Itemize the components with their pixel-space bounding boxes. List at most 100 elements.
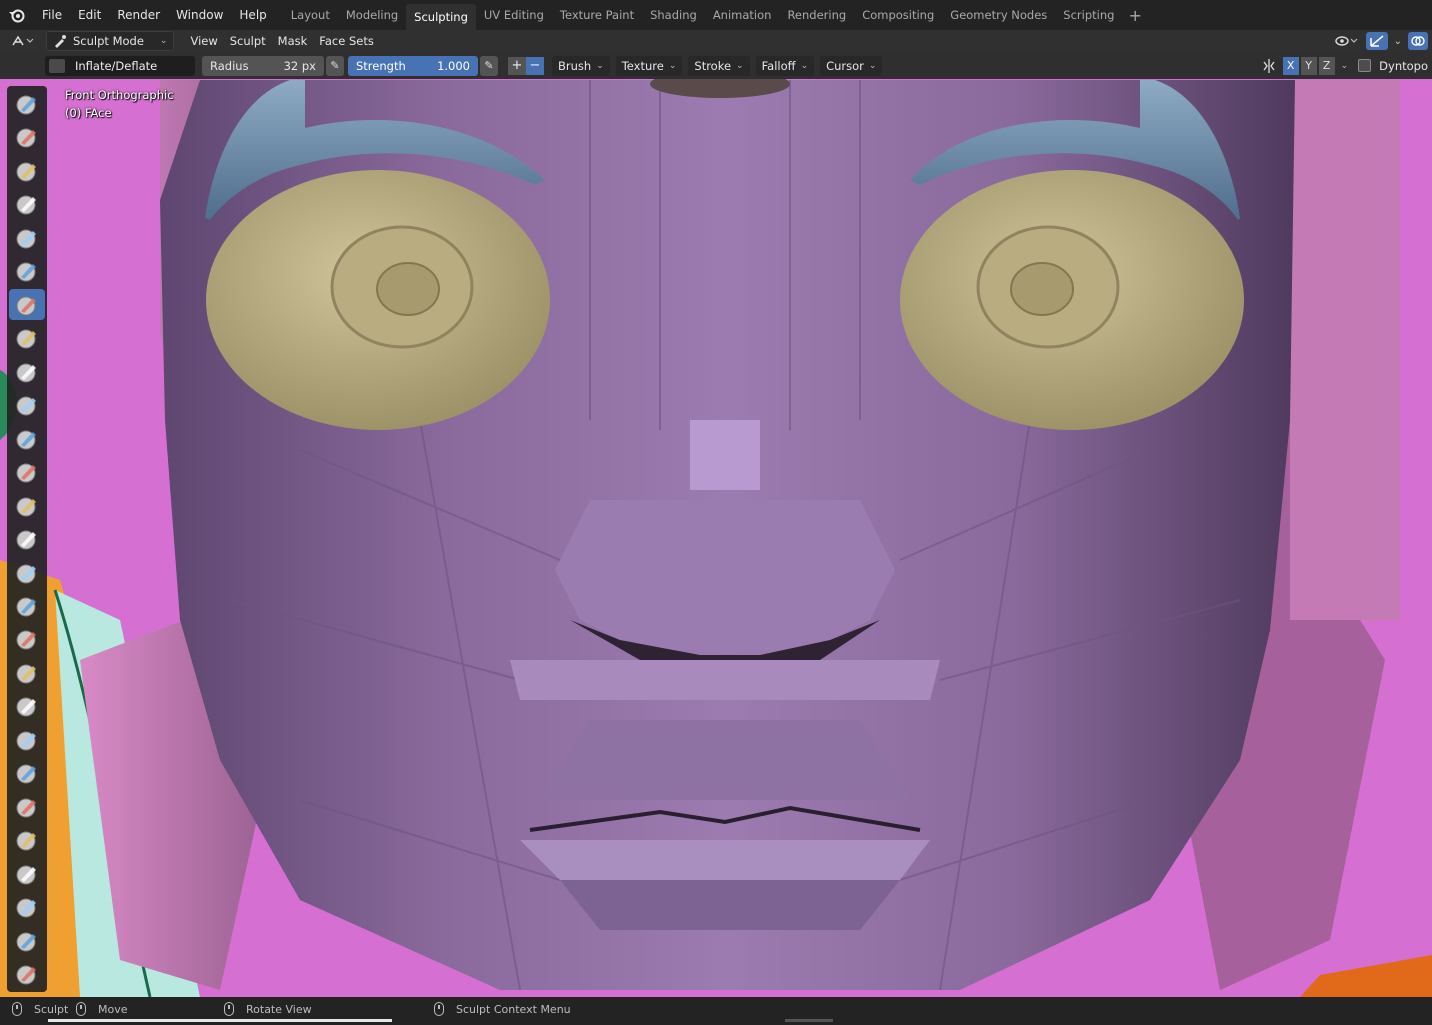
strength-slider[interactable]: Strength 1.000 [348, 55, 478, 76]
status-rotate-view: Rotate View [224, 1000, 312, 1018]
tool-draw-sharp-button[interactable] [9, 121, 45, 152]
tool-boundary-button[interactable] [9, 858, 45, 889]
symmetry-y-toggle[interactable]: Y [1300, 56, 1317, 75]
tool-clay-strips-button[interactable] [9, 188, 45, 219]
menu-edit[interactable]: Edit [70, 4, 109, 26]
menu-mask[interactable]: Mask [272, 31, 314, 51]
status-move: Move [76, 1000, 128, 1018]
workspace-tabs: Layout Modeling Sculpting UV Editing Tex… [283, 0, 1148, 30]
visibility-toggle[interactable] [1331, 32, 1363, 50]
tool-draw-button[interactable] [9, 88, 45, 119]
strength-pressure-toggle[interactable]: ✎ [480, 55, 498, 76]
3d-viewport[interactable]: Front Orthographic (0) FAce [0, 79, 1432, 997]
tool-blob-button[interactable] [9, 322, 45, 353]
menu-sculpt[interactable]: Sculpt [224, 31, 272, 51]
stroke-dropdown[interactable]: Stroke ⌄ [688, 55, 750, 76]
tab-shading[interactable]: Shading [642, 4, 705, 26]
crease-icon [16, 363, 36, 383]
tool-mask-button[interactable] [9, 959, 45, 990]
tab-texture-paint[interactable]: Texture Paint [552, 4, 642, 26]
dyntopo-label[interactable]: Dyntopo [1379, 59, 1428, 73]
tool-grab-button[interactable] [9, 590, 45, 621]
clay-thumb-icon [16, 229, 36, 249]
subtract-direction-button[interactable]: − [526, 56, 544, 75]
chevron-down-icon: ⌄ [800, 60, 809, 71]
menu-window[interactable]: Window [168, 4, 231, 26]
tool-flatten-button[interactable] [9, 423, 45, 454]
status-sculpt: Sculpt [12, 1000, 68, 1018]
tool-cloth-button[interactable] [9, 892, 45, 923]
tab-compositing[interactable]: Compositing [854, 4, 942, 26]
tool-scrape-button[interactable] [9, 490, 45, 521]
tab-scripting[interactable]: Scripting [1055, 4, 1122, 26]
tool-fill-button[interactable] [9, 456, 45, 487]
symmetry-x-toggle[interactable]: X [1282, 56, 1299, 75]
menu-view[interactable]: View [184, 31, 223, 51]
tool-shelf [7, 86, 47, 992]
tool-elastic-deform-button[interactable] [9, 624, 45, 655]
brush-thumbnail-icon [49, 58, 65, 73]
brush-selector[interactable]: Inflate/Deflate [45, 55, 195, 76]
tab-geometry-nodes[interactable]: Geometry Nodes [942, 4, 1055, 26]
blender-logo-icon[interactable] [0, 0, 34, 30]
simplify-icon [16, 932, 36, 952]
tool-crease-button[interactable] [9, 356, 45, 387]
menu-file[interactable]: File [34, 4, 70, 26]
tab-modeling[interactable]: Modeling [338, 4, 406, 26]
radius-slider[interactable]: Radius 32 px [202, 55, 324, 76]
tool-snake-hook-button[interactable] [9, 657, 45, 688]
texture-dropdown[interactable]: Texture ⌄ [615, 55, 683, 76]
tab-uv-editing[interactable]: UV Editing [476, 4, 552, 26]
tool-rotate-button[interactable] [9, 791, 45, 822]
tab-sculpting[interactable]: Sculpting [406, 4, 476, 30]
menu-face-sets[interactable]: Face Sets [313, 31, 380, 51]
sculpt-brush-icon [55, 35, 66, 48]
left-pupil [376, 262, 440, 316]
tool-simplify-button[interactable] [9, 925, 45, 956]
right-ear-side [1290, 80, 1400, 620]
editor-type-button[interactable] [4, 31, 40, 51]
tab-rendering[interactable]: Rendering [779, 4, 854, 26]
tab-layout[interactable]: Layout [283, 4, 338, 26]
inflate-icon [16, 296, 36, 316]
chevron-down-icon[interactable]: ⌄ [1341, 61, 1349, 71]
brush-name: Inflate/Deflate [75, 58, 158, 73]
tool-thumb-button[interactable] [9, 691, 45, 722]
tool-pinch-button[interactable] [9, 557, 45, 588]
symmetry-z-toggle[interactable]: Z [1318, 56, 1335, 75]
tab-animation[interactable]: Animation [705, 4, 780, 26]
tool-layer-button[interactable] [9, 255, 45, 286]
add-direction-button[interactable]: + [508, 56, 526, 75]
overlay-icon [1411, 36, 1425, 46]
eye-icon [1334, 36, 1358, 46]
fill-icon [16, 463, 36, 483]
tool-slide-relax-button[interactable] [9, 825, 45, 856]
dyntopo-checkbox[interactable] [1358, 59, 1372, 72]
tool-clay-thumb-button[interactable] [9, 222, 45, 253]
lower-lip [520, 840, 930, 880]
radius-pressure-toggle[interactable]: ✎ [326, 55, 344, 76]
add-workspace-button[interactable]: + [1122, 6, 1147, 25]
layer-icon [16, 262, 36, 282]
grab-icon [16, 597, 36, 617]
tool-multiplane-scrape-button[interactable] [9, 523, 45, 554]
clay-icon [16, 162, 36, 182]
chevron-down-icon: ⌄ [159, 36, 168, 46]
gizmo-dropdown[interactable]: ⌄ [1391, 32, 1405, 50]
mode-select[interactable]: Sculpt Mode ⌄ [46, 31, 175, 51]
editor-type-icon [12, 35, 34, 46]
menu-help[interactable]: Help [231, 4, 274, 26]
menu-render[interactable]: Render [109, 4, 168, 26]
gizmo-toggle[interactable] [1365, 32, 1388, 50]
tool-clay-button[interactable] [9, 155, 45, 186]
tool-inflate-button[interactable] [9, 288, 45, 321]
viewport-header: Sculpt Mode ⌄ View Sculpt Mask Face Sets… [0, 30, 1432, 52]
brush-dropdown[interactable]: Brush ⌄ [552, 55, 610, 76]
tool-nudge-button[interactable] [9, 758, 45, 789]
mouse-right-icon [434, 1002, 444, 1016]
cursor-dropdown[interactable]: Cursor ⌄ [820, 55, 883, 76]
tool-smooth-button[interactable] [9, 389, 45, 420]
overlay-toggle[interactable] [1408, 32, 1428, 50]
falloff-dropdown[interactable]: Falloff ⌄ [755, 55, 815, 76]
tool-pose-button[interactable] [9, 724, 45, 755]
